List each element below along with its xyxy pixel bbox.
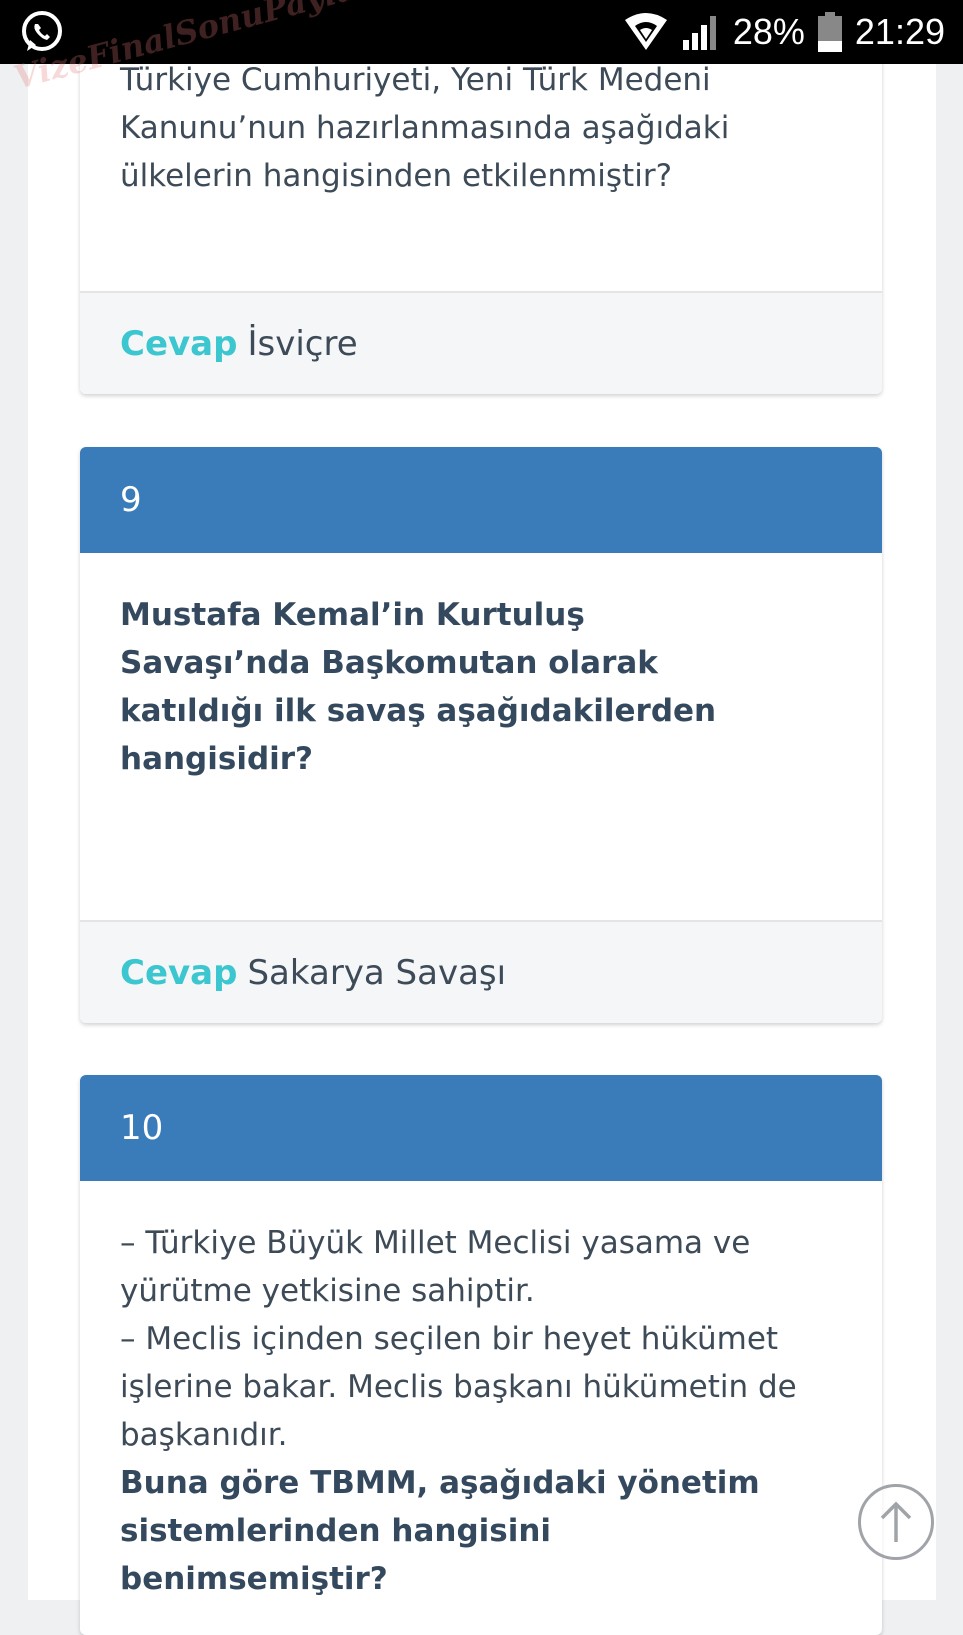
answer-text: İsviçre — [247, 324, 358, 364]
answer-label: Cevap — [120, 324, 238, 364]
clock: 21:29 — [854, 11, 945, 52]
question-card: 9 Mustafa Kemal’in Kurtuluş Savaşı’nda B… — [80, 447, 882, 1023]
answer-label: Cevap — [120, 953, 238, 993]
question-number: 10 — [80, 1075, 882, 1181]
answer-text: Sakarya Savaşı — [247, 953, 507, 993]
question-text: Mustafa Kemal’in Kurtuluş Savaşı’nda Baş… — [120, 597, 717, 777]
question-card: 10 – Türkiye Büyük Millet Meclisi yasama… — [80, 1075, 882, 1635]
whatsapp-icon — [18, 8, 68, 58]
arrow-up-icon — [880, 1501, 912, 1542]
scroll-to-top-button[interactable] — [858, 1484, 934, 1560]
premise-line: – Meclis içinden seçilen bir heyet hüküm… — [120, 1321, 797, 1453]
signal-icon — [682, 16, 716, 50]
status-bar: 28% 21:29 — [0, 0, 963, 64]
question-number: 9 — [80, 447, 882, 553]
answer-row: Cevap Sakarya Savaşı — [80, 920, 882, 1023]
battery-icon — [817, 12, 842, 52]
wifi-icon — [624, 13, 667, 50]
premise-line: – Türkiye Büyük Millet Meclisi yasama ve… — [120, 1225, 751, 1309]
question-text: – Türkiye Büyük Millet Meclisi yasama ve… — [80, 1181, 882, 1603]
page-content: Türkiye Cumhuriyeti, Yeni Türk Medeni Ka… — [28, 24, 936, 1635]
battery-percent: 28% — [732, 11, 805, 52]
answer-row: Cevap İsviçre — [80, 291, 882, 394]
question-prompt: Buna göre TBMM, aşağıdaki yönetim sistem… — [120, 1465, 760, 1597]
question-card: Türkiye Cumhuriyeti, Yeni Türk Medeni Ka… — [80, 24, 882, 394]
